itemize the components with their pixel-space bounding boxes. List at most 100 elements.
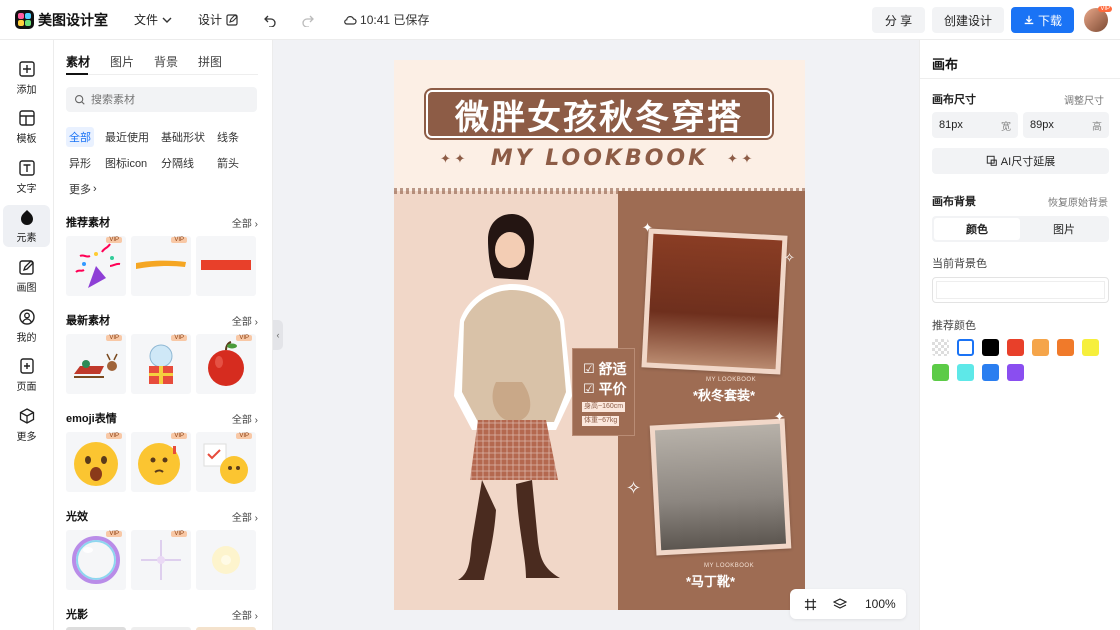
- photo-frame[interactable]: [641, 228, 788, 375]
- section-all-link[interactable]: 全部 ›: [232, 313, 258, 328]
- tab-backgrounds[interactable]: 背景: [154, 53, 178, 70]
- swatch-green[interactable]: [932, 364, 949, 381]
- asset-thumb[interactable]: VIP: [66, 530, 126, 590]
- ai-extend-button[interactable]: AI尺寸延展: [932, 148, 1109, 174]
- width-field[interactable]: 81px 宽: [932, 112, 1018, 138]
- section-all-link[interactable]: 全部 ›: [232, 411, 258, 426]
- swatch-white[interactable]: [957, 339, 974, 356]
- asset-thumb[interactable]: [196, 236, 256, 296]
- feature-tag-box[interactable]: ☑ 舒适 ☑ 平价 身高~160cm 体重~67kg: [572, 348, 635, 436]
- section-title: 推荐素材: [66, 217, 110, 229]
- photo-caption[interactable]: *秋冬套装*: [693, 385, 755, 404]
- height-value: 89px: [1030, 119, 1054, 131]
- all-label: 全部: [231, 218, 252, 230]
- restore-bg-link[interactable]: 恢复原始背景: [1048, 194, 1108, 209]
- rail-item-pages[interactable]: 页面: [3, 354, 50, 396]
- current-color-swatch[interactable]: [932, 277, 1109, 303]
- resize-icon: [986, 155, 997, 166]
- canvas-size-label: 画布尺寸: [932, 94, 976, 106]
- app-logo[interactable]: 美图设计室: [15, 10, 108, 30]
- swatch-orange[interactable]: [1057, 339, 1074, 356]
- rail-item-draw[interactable]: 画图: [3, 255, 50, 297]
- cube-icon: [19, 408, 34, 424]
- collapse-panel-button[interactable]: ‹: [273, 320, 283, 350]
- asset-thumb[interactable]: VIP: [196, 432, 256, 492]
- height-field[interactable]: 89px 高: [1023, 112, 1109, 138]
- chip-dividers[interactable]: 分隔线: [158, 153, 197, 173]
- search-box[interactable]: [66, 87, 257, 112]
- layers-icon[interactable]: [833, 597, 847, 611]
- asset-thumb[interactable]: VIP: [131, 530, 191, 590]
- swatch-red[interactable]: [1007, 339, 1024, 356]
- rail-item-more[interactable]: 更多: [3, 404, 50, 446]
- seg-color[interactable]: 颜色: [934, 218, 1020, 240]
- tab-images[interactable]: 图片: [110, 53, 134, 70]
- top-bar: 美图设计室 文件 设计 10:41 已保存 分 享 创建设计 下载 VIP: [0, 0, 1120, 40]
- left-rail: 添加 模板 文字 元素 画图 我的 页面 更多: [0, 40, 54, 630]
- asset-thumb[interactable]: VIP: [131, 334, 191, 394]
- zoom-level[interactable]: 100%: [865, 597, 896, 611]
- vip-tag: VIP: [171, 335, 187, 341]
- rail-item-add[interactable]: 添加: [3, 57, 50, 99]
- rail-item-mine[interactable]: 我的: [3, 305, 50, 347]
- edit-icon: [226, 13, 238, 26]
- chevron-right-icon: ›: [254, 316, 258, 328]
- feature-price: ☑ 平价: [583, 379, 627, 399]
- rail-item-elements[interactable]: 元素: [3, 205, 50, 247]
- chip-recent[interactable]: 最近使用: [102, 127, 152, 147]
- bubble-icon: [72, 536, 120, 584]
- swatch-yellow[interactable]: [1082, 339, 1099, 356]
- grid-icon[interactable]: [804, 598, 817, 611]
- file-menu-label: 文件: [134, 13, 159, 27]
- poster-canvas[interactable]: 微胖女孩秋冬穿搭 ✦ ✦ MY LOOKBOOK ✦ ✦ ☑ 舒适 ☑ 平价 身高~…: [394, 60, 805, 610]
- asset-thumb[interactable]: VIP: [66, 236, 126, 296]
- asset-thumb[interactable]: VIP: [196, 334, 256, 394]
- chevron-right-icon: ›: [254, 610, 258, 622]
- zoom-bar: 100%: [790, 589, 906, 619]
- chip-more[interactable]: 更多 ›: [66, 179, 100, 199]
- photo-caption[interactable]: *马丁靴*: [686, 571, 735, 590]
- avatar[interactable]: VIP: [1084, 6, 1112, 32]
- chip-all[interactable]: 全部: [66, 127, 94, 147]
- photo-frame[interactable]: [649, 418, 792, 556]
- chip-arrows[interactable]: 箭头: [214, 153, 242, 173]
- section-all-link[interactable]: 全部 ›: [232, 215, 258, 230]
- tab-collage[interactable]: 拼图: [198, 53, 222, 70]
- share-button[interactable]: 分 享: [872, 7, 925, 33]
- swatch-purple[interactable]: [1007, 364, 1024, 381]
- chip-basic-shapes[interactable]: 基础形状: [158, 127, 208, 147]
- rail-label: 页面: [16, 382, 37, 393]
- chip-irregular[interactable]: 异形: [66, 153, 94, 173]
- asset-thumb[interactable]: VIP: [131, 236, 191, 296]
- seg-image[interactable]: 图片: [1021, 218, 1107, 240]
- section-all-link[interactable]: 全部 ›: [232, 607, 258, 622]
- download-button[interactable]: 下载: [1011, 7, 1074, 33]
- create-design-button[interactable]: 创建设计: [932, 7, 1004, 33]
- undo-button[interactable]: [263, 13, 277, 27]
- design-menu[interactable]: 设计: [198, 11, 239, 28]
- adjust-size-link[interactable]: 调整尺寸: [1064, 92, 1104, 107]
- asset-thumb[interactable]: VIP: [131, 432, 191, 492]
- swatch-transparent[interactable]: [932, 339, 949, 356]
- rail-item-text[interactable]: 文字: [3, 156, 50, 198]
- redo-button[interactable]: [301, 13, 315, 27]
- asset-thumb[interactable]: [196, 530, 256, 590]
- swatch-light-orange[interactable]: [1032, 339, 1049, 356]
- width-value: 81px: [939, 119, 963, 131]
- feature-label: 舒适: [598, 361, 627, 377]
- file-menu[interactable]: 文件: [134, 11, 174, 28]
- swatch-blue[interactable]: [982, 364, 999, 381]
- section-all-link[interactable]: 全部 ›: [232, 509, 258, 524]
- chip-icons[interactable]: 图标icon: [102, 153, 150, 173]
- rail-item-templates[interactable]: 模板: [3, 106, 50, 148]
- chip-lines[interactable]: 线条: [214, 127, 242, 147]
- swatch-cyan[interactable]: [957, 364, 974, 381]
- poster-title-box[interactable]: 微胖女孩秋冬穿搭: [426, 90, 772, 138]
- asset-thumb[interactable]: VIP: [66, 432, 126, 492]
- asset-thumb[interactable]: VIP: [66, 334, 126, 394]
- section-title: 最新素材: [66, 315, 110, 327]
- swatch-black[interactable]: [982, 339, 999, 356]
- search-input[interactable]: [91, 93, 241, 106]
- model-photo[interactable]: [420, 210, 590, 598]
- tab-materials[interactable]: 素材: [66, 53, 90, 70]
